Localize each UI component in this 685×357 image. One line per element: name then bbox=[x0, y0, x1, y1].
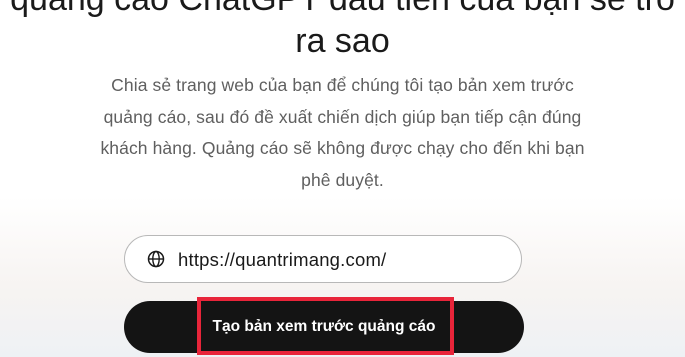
page-title-line-2: ra sao bbox=[295, 22, 390, 60]
page-description: Chia sẻ trang web của bạn để chúng tôi t… bbox=[60, 70, 625, 196]
description-line: phê duyệt. bbox=[301, 169, 384, 190]
page-title-line-1: quảng cáo ChatGPT đầu tiên của bạn sẽ tr… bbox=[0, 0, 685, 19]
create-ad-preview-button[interactable]: Tạo bản xem trước quảng cáo bbox=[124, 301, 524, 353]
globe-icon bbox=[147, 250, 165, 268]
ad-preview-page: quảng cáo ChatGPT đầu tiên của bạn sẽ tr… bbox=[0, 0, 685, 357]
create-ad-preview-label[interactable]: Tạo bản xem trước quảng cáo bbox=[124, 301, 524, 353]
description-line: quảng cáo, sau đó đề xuất chiến dịch giú… bbox=[103, 106, 582, 127]
website-url-input[interactable]: https://quantrimang.com/ bbox=[124, 235, 522, 283]
website-url-value[interactable]: https://quantrimang.com/ bbox=[178, 249, 386, 271]
description-line: Chia sẻ trang web của bạn để chúng tôi t… bbox=[111, 75, 574, 95]
description-line: khách hàng. Quảng cáo sẽ không được chạy… bbox=[100, 138, 585, 158]
